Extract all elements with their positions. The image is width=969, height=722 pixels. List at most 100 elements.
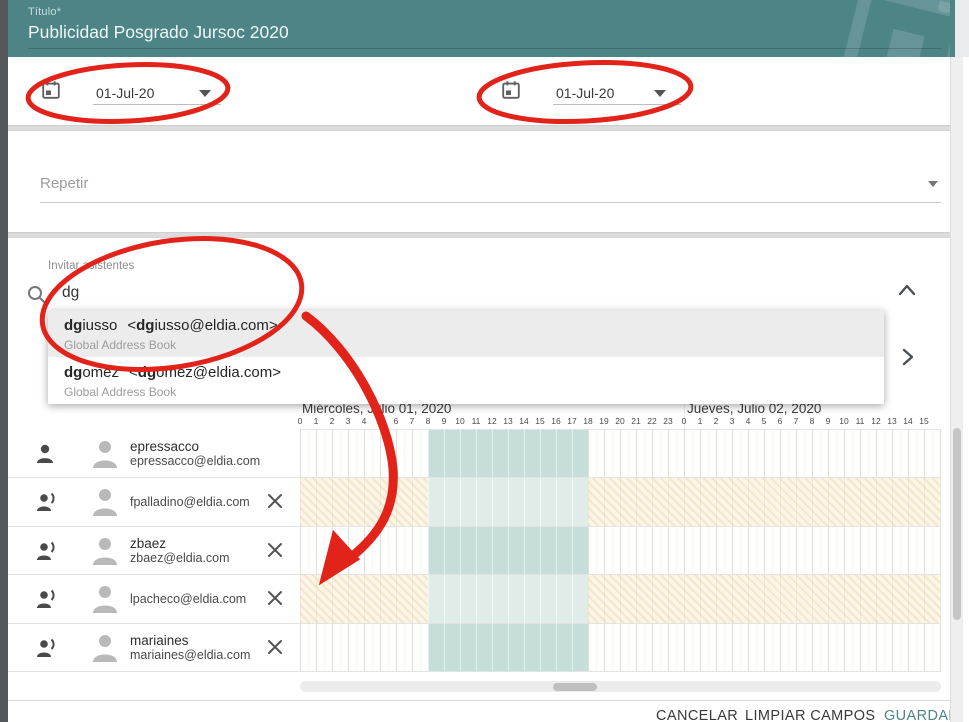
end-date-underline <box>553 104 681 105</box>
calendar-icon <box>40 79 62 101</box>
hour-label: 12 <box>484 416 500 426</box>
attendee-name: zbaez <box>130 536 230 551</box>
hour-label: 3 <box>340 416 356 426</box>
hour-label: 21 <box>628 416 644 426</box>
save-button[interactable]: GUARDAR <box>884 708 959 722</box>
attendee-name: mariaines <box>130 633 250 648</box>
close-icon[interactable] <box>266 638 284 656</box>
close-icon[interactable] <box>266 492 284 510</box>
suggestion-item[interactable]: dgiusso<dgiusso@eldia.com> Global Addres… <box>48 310 884 357</box>
title-underline <box>28 48 941 49</box>
chevron-down-icon[interactable] <box>928 181 938 187</box>
start-date-underline <box>93 104 221 105</box>
hour-label: 5 <box>372 416 388 426</box>
calendar-icon <box>500 79 522 101</box>
attendee-email: epressacco@eldia.com <box>130 454 260 468</box>
chevron-up-icon[interactable] <box>896 282 918 298</box>
end-date-picker[interactable]: 01-Jul-20 <box>492 57 702 125</box>
repeat-section: Repetir <box>8 131 950 232</box>
horizontal-scrollbar[interactable] <box>300 681 941 692</box>
attendee-row: lpacheco@eldia.com <box>8 575 300 623</box>
hour-label: 20 <box>612 416 628 426</box>
suggestion-source: Global Address Book <box>64 338 884 352</box>
person-speaking-icon <box>34 539 62 563</box>
hour-label: 1 <box>308 416 324 426</box>
availability-row[interactable] <box>300 430 941 478</box>
start-date-picker[interactable]: 01-Jul-20 <box>30 57 240 125</box>
clear-fields-button[interactable]: LIMPIAR CAMPOS <box>745 708 876 722</box>
hour-label: 9 <box>436 416 452 426</box>
attendee-email: lpacheco@eldia.com <box>130 592 246 606</box>
attendee-search-input[interactable]: dg <box>62 284 79 302</box>
cancel-button[interactable]: CANCELAR <box>656 708 738 722</box>
person-speaking-icon <box>34 490 62 514</box>
attendee-email: mariaines@eldia.com <box>130 648 250 662</box>
hour-label: 23 <box>660 416 676 426</box>
suggestion-source: Global Address Book <box>64 385 884 399</box>
hour-label: 2 <box>324 416 340 426</box>
availability-row[interactable] <box>300 527 941 575</box>
chevron-down-icon[interactable] <box>199 90 211 97</box>
busy-time-block <box>428 575 588 622</box>
hour-label: 11 <box>468 416 484 426</box>
close-icon[interactable] <box>266 589 284 607</box>
availability-row[interactable] <box>300 478 941 526</box>
hour-label: 6 <box>772 416 788 426</box>
end-date-value[interactable]: 01-Jul-20 <box>556 85 614 101</box>
hour-label: 22 <box>644 416 660 426</box>
invite-attendees-label: Invitar asistentes <box>48 260 134 272</box>
availability-row[interactable] <box>300 624 941 672</box>
attendee-email: zbaez@eldia.com <box>130 551 230 565</box>
close-icon[interactable] <box>266 541 284 559</box>
search-icon <box>26 284 48 306</box>
hour-label: 17 <box>564 416 580 426</box>
person-speaking-icon <box>34 587 62 611</box>
chevron-down-icon[interactable] <box>654 90 666 97</box>
avatar-icon <box>88 438 122 470</box>
background-window-edge <box>0 0 8 722</box>
suggestion-name-email: dgomez<dgomez@eldia.com> <box>64 364 884 382</box>
horizontal-scrollbar-thumb[interactable] <box>553 683 597 691</box>
person-speaking-icon <box>34 636 62 660</box>
dialog-footer: CANCELAR LIMPIAR CAMPOS GUARDAR <box>8 700 950 722</box>
repeat-underline <box>40 202 941 203</box>
attendee-row: epressacco epressacco@eldia.com <box>8 430 300 478</box>
hour-label: 4 <box>740 416 756 426</box>
avatar-icon <box>88 535 122 567</box>
hour-label: 10 <box>836 416 852 426</box>
hour-label: 12 <box>868 416 884 426</box>
vertical-scrollbar[interactable] <box>950 57 963 722</box>
busy-time-block <box>428 624 588 671</box>
hour-label: 2 <box>708 416 724 426</box>
hour-label: 4 <box>356 416 372 426</box>
start-date-value[interactable]: 01-Jul-20 <box>96 85 154 101</box>
person-icon <box>34 442 60 466</box>
availability-row[interactable] <box>300 575 941 623</box>
attendee-row: fpalladino@eldia.com <box>8 478 300 526</box>
hour-label: 15 <box>916 416 932 426</box>
dates-row: 01-Jul-20 01-Jul-20 <box>8 57 950 125</box>
event-title-input[interactable]: Publicidad Posgrado Jursoc 2020 <box>28 22 289 43</box>
hour-label: 3 <box>724 416 740 426</box>
hour-label: 13 <box>500 416 516 426</box>
hour-label: 15 <box>532 416 548 426</box>
hour-label: 1 <box>692 416 708 426</box>
attendee-name: epressacco <box>130 439 260 454</box>
busy-time-block <box>428 430 588 477</box>
busy-time-block <box>428 527 588 574</box>
hour-label: 19 <box>596 416 612 426</box>
suggestion-name-email: dgiusso<dgiusso@eldia.com> <box>64 317 884 335</box>
dialog-header: Título* Publicidad Posgrado Jursoc 2020 <box>8 0 955 57</box>
header-right-edge <box>950 0 955 57</box>
vertical-scrollbar-thumb[interactable] <box>953 428 961 620</box>
hour-label: 11 <box>852 416 868 426</box>
attendee-email: fpalladino@eldia.com <box>130 495 250 509</box>
chevron-right-icon[interactable] <box>900 346 916 368</box>
hour-label: 8 <box>420 416 436 426</box>
event-dialog-screen: Título* Publicidad Posgrado Jursoc 2020 … <box>0 0 969 722</box>
suggestion-item[interactable]: dgomez<dgomez@eldia.com> Global Address … <box>48 357 884 404</box>
attendee-row: mariaines mariaines@eldia.com <box>8 624 300 672</box>
repeat-select[interactable]: Repetir <box>40 175 88 192</box>
hour-label: 6 <box>388 416 404 426</box>
hour-label: 5 <box>756 416 772 426</box>
